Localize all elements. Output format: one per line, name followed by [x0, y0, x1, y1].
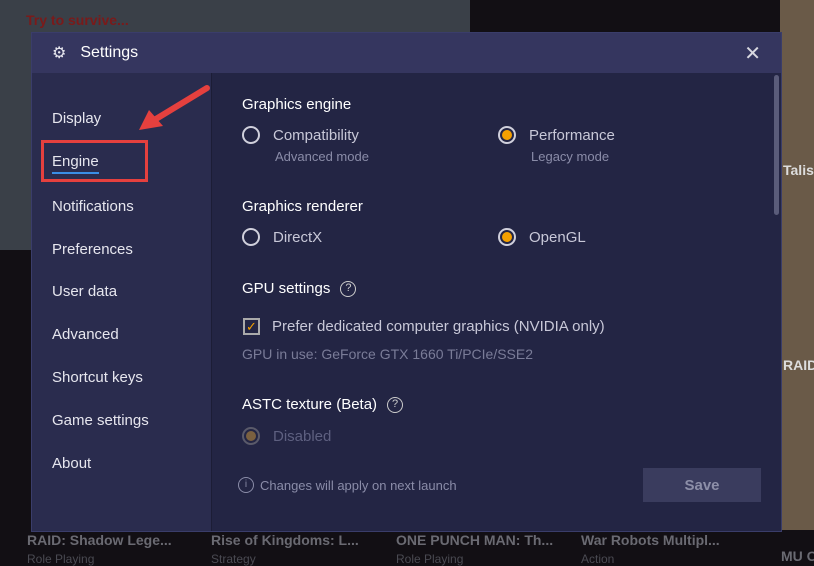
side-title: RAID	[783, 357, 814, 373]
radio-disabled-icon	[242, 427, 260, 445]
option-label: Disabled	[273, 427, 332, 445]
sidebar-item-preferences[interactable]: Preferences	[52, 241, 133, 258]
dialog-title: Settings	[80, 44, 139, 61]
game-title[interactable]: RAID: Shadow Lege...	[27, 532, 172, 548]
engine-highlight-box	[41, 140, 148, 182]
heading-text: GPU settings	[242, 280, 331, 297]
checkmark-icon: ✓	[243, 318, 260, 335]
option-label: OpenGL	[529, 228, 586, 246]
red-arrow-annotation	[139, 85, 210, 130]
game-title[interactable]: War Robots Multipl...	[581, 532, 720, 548]
radio-icon	[242, 126, 260, 144]
radio-opengl[interactable]: OpenGL	[498, 228, 586, 246]
heading-text: ASTC texture (Beta)	[242, 396, 378, 413]
gpu-in-use: GPU in use: GeForce GTX 1660 Ti/PCIe/SSE…	[242, 346, 534, 362]
game-title[interactable]: ONE PUNCH MAN: Th...	[396, 532, 553, 548]
checkbox-label: Prefer dedicated computer graphics (NVID…	[272, 318, 605, 335]
radio-icon	[242, 228, 260, 246]
sidebar-item-advanced[interactable]: Advanced	[52, 326, 119, 343]
sidebar-item-game-settings[interactable]: Game settings	[52, 412, 149, 429]
graphics-engine-heading: Graphics engine	[242, 96, 352, 113]
radio-selected-icon	[498, 228, 516, 246]
info-icon: i	[238, 477, 254, 493]
sidebar-item-display[interactable]: Display	[52, 110, 101, 127]
option-label: DirectX	[273, 228, 323, 246]
note-text: Changes will apply on next launch	[260, 477, 457, 493]
engine-settings: Graphics engine Compatibility Advanced m…	[212, 73, 781, 531]
radio-compatibility[interactable]: Compatibility	[242, 126, 359, 144]
radio-selected-icon	[498, 126, 516, 144]
option-label: Performance	[529, 126, 615, 144]
option-sub: Advanced mode	[275, 149, 369, 164]
scrollbar[interactable]	[774, 75, 779, 215]
banner-text: Try to survive...	[26, 12, 129, 28]
radio-performance[interactable]: Performance	[498, 126, 615, 144]
astc-heading: ASTC texture (Beta)?	[242, 396, 404, 413]
gear-icon: ⚙	[52, 45, 67, 62]
radio-directx[interactable]: DirectX	[242, 228, 322, 246]
option-sub: Legacy mode	[531, 149, 610, 164]
graphics-renderer-heading: Graphics renderer	[242, 198, 363, 215]
sidebar-item-notifications[interactable]: Notifications	[52, 198, 134, 215]
dedicated-gpu-checkbox[interactable]: ✓ Prefer dedicated computer graphics (NVI…	[243, 318, 605, 335]
sidebar-item-user-data[interactable]: User data	[52, 283, 117, 300]
gpu-settings-heading: GPU settings?	[242, 280, 357, 297]
help-icon[interactable]: ?	[387, 396, 404, 413]
sidebar-item-shortcut-keys[interactable]: Shortcut keys	[52, 369, 143, 386]
game-title[interactable]: Rise of Kingdoms: L...	[211, 532, 359, 548]
game-tile	[780, 0, 814, 530]
game-title[interactable]: MU O	[781, 548, 814, 564]
help-icon[interactable]: ?	[340, 280, 357, 297]
close-icon[interactable]: ✕	[744, 41, 761, 66]
save-button[interactable]: Save	[643, 468, 761, 502]
dialog-header: ⚙ Settings	[32, 33, 781, 73]
apply-note: i Changes will apply on next launch	[238, 477, 457, 493]
radio-astc-disabled: Disabled	[242, 427, 331, 445]
sidebar-item-about[interactable]: About	[52, 455, 91, 472]
option-label: Compatibility	[273, 126, 359, 144]
side-title: Talis	[783, 162, 814, 178]
